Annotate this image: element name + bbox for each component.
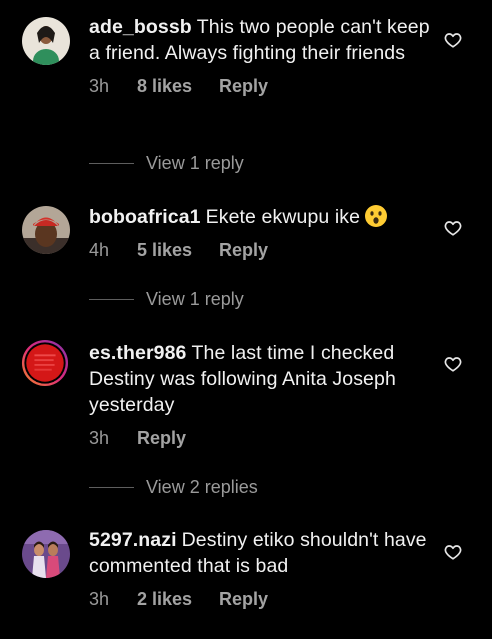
divider [89, 298, 134, 300]
reply-button[interactable]: Reply [219, 589, 268, 610]
comment-time: 3h [89, 427, 110, 448]
view-replies-label: View 1 reply [146, 288, 244, 309]
comment-time: 4h [89, 239, 110, 260]
comment-meta: 4h 5 likes Reply [89, 239, 434, 261]
comment-meta: 3h 8 likes Reply [89, 75, 434, 97]
divider [89, 486, 134, 488]
comment-time: 3h [89, 588, 110, 609]
view-replies-label: View 2 replies [146, 476, 258, 497]
comment-time: 3h [89, 75, 110, 96]
view-replies-label: View 1 reply [146, 152, 244, 173]
comment-likes[interactable]: 2 likes [137, 589, 219, 610]
view-replies-button[interactable]: View 1 reply [89, 288, 244, 310]
comments-list: ade_bossb This two people can't keep a fr… [0, 0, 492, 639]
heart-icon[interactable] [444, 219, 462, 237]
divider [89, 162, 134, 164]
comment-username[interactable]: 5297.nazi [89, 529, 177, 551]
comment-likes[interactable]: 8 likes [137, 76, 219, 97]
avatar[interactable] [22, 17, 70, 65]
reply-button[interactable]: Reply [219, 76, 268, 97]
heart-icon[interactable] [444, 543, 462, 561]
view-replies-button[interactable]: View 1 reply [89, 152, 244, 174]
reply-button[interactable]: Reply [137, 428, 186, 449]
avatar[interactable] [22, 206, 70, 254]
comment-username[interactable]: es.ther986 [89, 342, 186, 364]
heart-icon[interactable] [444, 355, 462, 373]
comment-username[interactable]: boboafrica1 [89, 206, 201, 228]
comment-text: Ekete ekwupu ike [205, 206, 361, 228]
astonished-face-emoji [364, 204, 388, 228]
view-replies-button[interactable]: View 2 replies [89, 476, 258, 498]
heart-icon[interactable] [444, 31, 462, 49]
comment-likes[interactable]: 5 likes [137, 240, 219, 261]
comment-meta: 3h 2 likes Reply [89, 588, 434, 610]
avatar[interactable] [22, 530, 70, 578]
reply-button[interactable]: Reply [219, 240, 268, 261]
story-ring-avatar[interactable] [21, 339, 71, 389]
comment-username[interactable]: ade_bossb [89, 16, 192, 38]
comment-meta: 3h Reply [89, 427, 434, 449]
